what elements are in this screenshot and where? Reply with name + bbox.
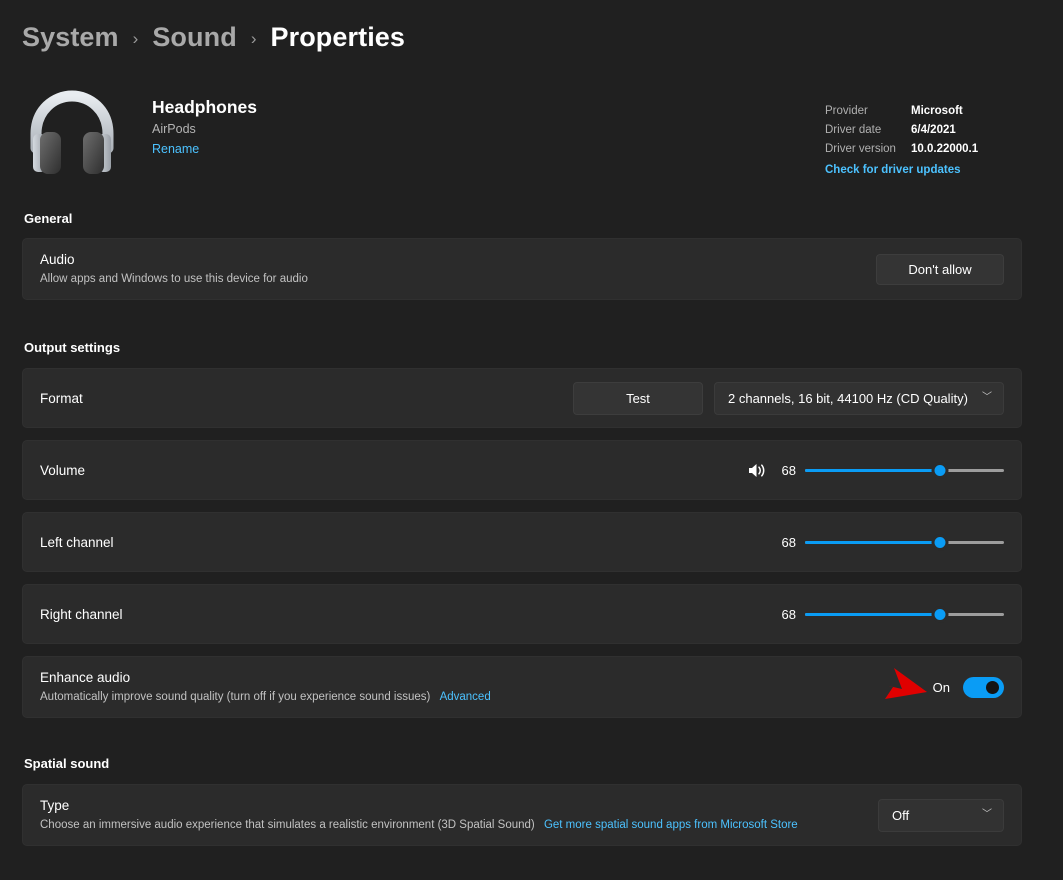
speaker-volume-icon[interactable] [747,462,767,479]
volume-slider[interactable] [805,459,1004,481]
driver-provider-row: Provider Microsoft [825,102,1015,121]
enhance-audio-state-label: On [933,680,950,695]
right-channel-title: Right channel [40,605,776,624]
volume-slider-fill [805,469,940,472]
rename-link[interactable]: Rename [152,141,199,158]
right-channel-slider-thumb[interactable] [932,606,949,623]
audio-card: Audio Allow apps and Windows to use this… [22,238,1022,300]
audio-description: Allow apps and Windows to use this devic… [40,271,876,288]
device-info: Headphones AirPods Rename [152,96,257,158]
volume-title: Volume [40,461,747,480]
breadcrumb-item-sound[interactable]: Sound [152,22,236,53]
breadcrumb: System › Sound › Properties [22,22,405,53]
volume-value: 68 [776,463,796,478]
driver-version-value: 10.0.22000.1 [911,140,978,159]
chevron-down-icon: ﹀ [982,810,992,820]
section-heading-spatial-sound: Spatial sound [24,756,109,771]
right-channel-slider-fill [805,613,940,616]
volume-slider-thumb[interactable] [932,462,949,479]
format-card: Format Test 2 channels, 16 bit, 44100 Hz… [22,368,1022,428]
check-driver-updates-link[interactable]: Check for driver updates [825,161,960,180]
spatial-sound-type-title: Type [40,796,878,815]
enhance-audio-description-text: Automatically improve sound quality (tur… [40,691,430,703]
driver-info-panel: Provider Microsoft Driver date 6/4/2021 … [825,102,1015,180]
right-channel-slider[interactable] [805,603,1004,625]
spatial-sound-type-dropdown[interactable]: Off ﹀ [878,799,1004,832]
enhance-audio-toggle[interactable] [963,677,1004,698]
test-button[interactable]: Test [573,382,703,415]
format-dropdown-value: 2 channels, 16 bit, 44100 Hz (CD Quality… [728,391,968,406]
breadcrumb-item-system[interactable]: System [22,22,119,53]
enhance-audio-toggle-knob [986,681,999,694]
left-channel-slider[interactable] [805,531,1004,553]
audio-title: Audio [40,250,876,269]
chevron-right-icon: › [133,29,139,49]
left-channel-value: 68 [776,535,796,550]
enhance-audio-card: Enhance audio Automatically improve soun… [22,656,1022,718]
headphones-icon [24,90,120,182]
right-channel-card: Right channel 68 [22,584,1022,644]
driver-date-row: Driver date 6/4/2021 [825,121,1015,140]
driver-date-label: Driver date [825,121,911,140]
spatial-sound-type-card: Type Choose an immersive audio experienc… [22,784,1022,846]
left-channel-slider-fill [805,541,940,544]
enhance-audio-title: Enhance audio [40,668,933,687]
driver-version-row: Driver version 10.0.22000.1 [825,140,1015,159]
spatial-sound-type-description: Choose an immersive audio experience tha… [40,817,878,834]
driver-provider-label: Provider [825,102,911,121]
format-dropdown[interactable]: 2 channels, 16 bit, 44100 Hz (CD Quality… [714,382,1004,415]
left-channel-slider-thumb[interactable] [932,534,949,551]
section-heading-output-settings: Output settings [24,340,120,355]
get-spatial-sound-apps-link[interactable]: Get more spatial sound apps from Microso… [544,819,798,831]
device-name: Headphones [152,96,257,118]
left-channel-card: Left channel 68 [22,512,1022,572]
driver-provider-value: Microsoft [911,102,963,121]
advanced-link[interactable]: Advanced [440,691,491,703]
spatial-sound-type-value: Off [892,808,909,823]
spatial-sound-type-description-text: Choose an immersive audio experience tha… [40,819,535,831]
driver-version-label: Driver version [825,140,911,159]
breadcrumb-item-properties: Properties [270,22,405,53]
section-heading-general: General [24,211,72,226]
driver-date-value: 6/4/2021 [911,121,956,140]
format-title: Format [40,389,573,408]
dont-allow-button[interactable]: Don't allow [876,254,1004,285]
right-channel-value: 68 [776,607,796,622]
chevron-right-icon: › [251,29,257,49]
volume-card: Volume 68 [22,440,1022,500]
device-header: Headphones AirPods Rename Provider Micro… [24,88,1039,184]
device-subtitle: AirPods [152,121,257,138]
chevron-down-icon: ﹀ [982,393,992,403]
left-channel-title: Left channel [40,533,776,552]
enhance-audio-description: Automatically improve sound quality (tur… [40,689,933,706]
